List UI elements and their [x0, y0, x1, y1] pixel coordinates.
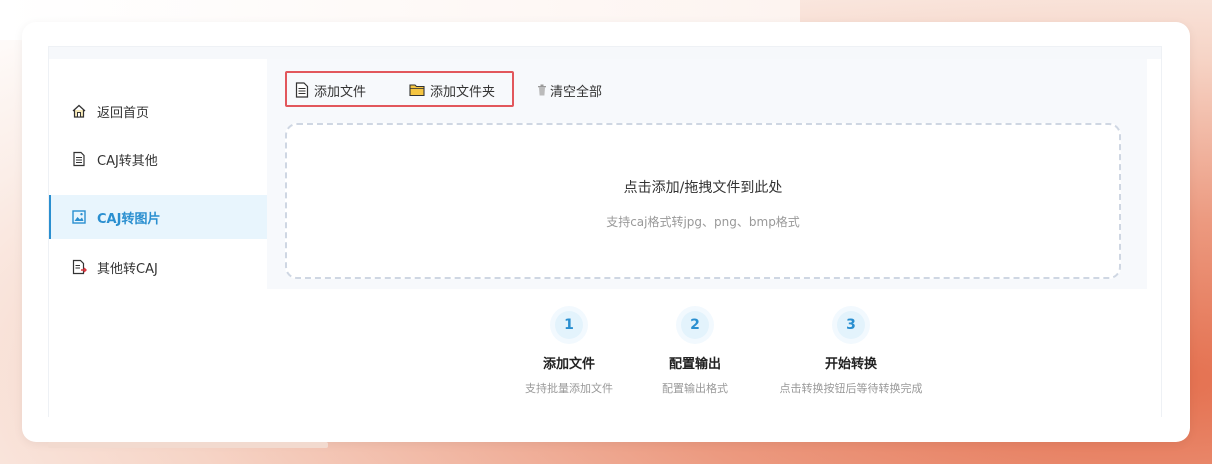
add-file-button[interactable]: 添加文件 [295, 81, 367, 100]
step-start-convert: 3 开始转换 点击转换按钮后等待转换完成 [761, 311, 941, 396]
sidebar-item-other-to-caj[interactable]: 其他转CAJ [49, 245, 267, 289]
sidebar-item-label: CAJ转图片 [97, 211, 161, 227]
step-title: 配置输出 [668, 357, 721, 372]
home-icon [71, 103, 87, 119]
step-number: 1 [555, 311, 583, 339]
file-panel: 添加文件 添加文件夹 清空全部 点击添加/拖拽文件到此处 支持caj格式转jpg… [267, 59, 1147, 289]
step-configure-output: 2 配置输出 配置输出格式 [620, 311, 770, 396]
top-bar [49, 47, 1161, 59]
main-panel: 添加文件 添加文件夹 清空全部 点击添加/拖拽文件到此处 支持caj格式转jpg… [267, 59, 1147, 417]
clear-all-label: 清空全部 [550, 84, 603, 100]
clear-all-button[interactable]: 清空全部 [537, 81, 603, 100]
app-window: 返回首页 CAJ转其他 CAJ转图片 其他转CAJ 添加文件 添加文件夹 清空全… [22, 22, 1190, 442]
sidebar-item-label: 其他转CAJ [97, 261, 158, 277]
add-file-label: 添加文件 [314, 84, 367, 100]
image-icon [71, 209, 87, 225]
folder-icon [409, 83, 425, 97]
add-folder-button[interactable]: 添加文件夹 [409, 81, 496, 100]
step-subtitle: 配置输出格式 [662, 382, 728, 395]
document-icon [71, 151, 87, 167]
sidebar: 返回首页 CAJ转其他 CAJ转图片 其他转CAJ [49, 59, 267, 417]
sidebar-item-label: 返回首页 [97, 105, 150, 121]
dropzone-title: 点击添加/拖拽文件到此处 [623, 180, 783, 196]
step-title: 开始转换 [824, 357, 877, 372]
step-number: 2 [681, 311, 709, 339]
sidebar-item-home[interactable]: 返回首页 [49, 89, 267, 133]
step-subtitle: 点击转换按钮后等待转换完成 [779, 382, 923, 395]
sidebar-item-caj-to-image[interactable]: CAJ转图片 [49, 195, 267, 239]
bottom-accent-strip [48, 442, 328, 448]
dropzone-subtitle: 支持caj格式转jpg、png、bmp格式 [606, 215, 800, 229]
add-folder-label: 添加文件夹 [430, 84, 496, 100]
file-dropzone[interactable]: 点击添加/拖拽文件到此处 支持caj格式转jpg、png、bmp格式 [285, 123, 1121, 279]
app-content: 返回首页 CAJ转其他 CAJ转图片 其他转CAJ 添加文件 添加文件夹 清空全… [48, 46, 1162, 417]
step-number: 3 [837, 311, 865, 339]
document-convert-icon [71, 259, 87, 275]
sidebar-item-label: CAJ转其他 [97, 153, 158, 169]
sidebar-item-caj-to-other[interactable]: CAJ转其他 [49, 137, 267, 181]
trash-icon [537, 84, 547, 96]
file-icon [295, 82, 309, 98]
